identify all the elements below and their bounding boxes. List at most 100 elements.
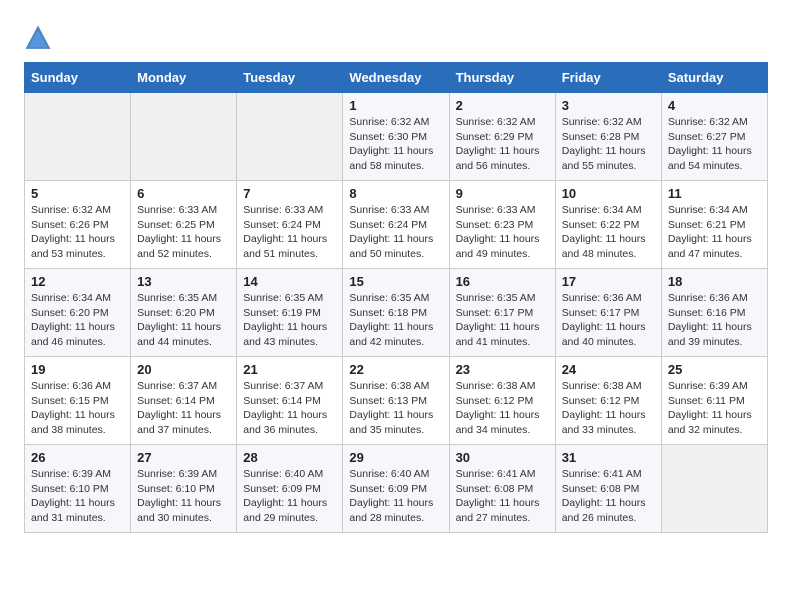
day-info: Sunrise: 6:38 AMSunset: 6:13 PMDaylight:… bbox=[349, 379, 442, 438]
day-info: Sunrise: 6:33 AMSunset: 6:24 PMDaylight:… bbox=[243, 203, 336, 262]
day-number: 4 bbox=[668, 98, 761, 113]
day-number: 10 bbox=[562, 186, 655, 201]
day-number: 13 bbox=[137, 274, 230, 289]
day-number: 15 bbox=[349, 274, 442, 289]
day-cell: 28 Sunrise: 6:40 AMSunset: 6:09 PMDayligh… bbox=[237, 445, 343, 533]
day-cell: 14 Sunrise: 6:35 AMSunset: 6:19 PMDayligh… bbox=[237, 269, 343, 357]
day-number: 22 bbox=[349, 362, 442, 377]
day-info: Sunrise: 6:37 AMSunset: 6:14 PMDaylight:… bbox=[243, 379, 336, 438]
day-number: 11 bbox=[668, 186, 761, 201]
day-cell: 12 Sunrise: 6:34 AMSunset: 6:20 PMDayligh… bbox=[25, 269, 131, 357]
day-number: 21 bbox=[243, 362, 336, 377]
day-number: 27 bbox=[137, 450, 230, 465]
day-info: Sunrise: 6:32 AMSunset: 6:27 PMDaylight:… bbox=[668, 115, 761, 174]
day-cell: 1Sunrise: 6:32 AMSunset: 6:30 PMDaylight… bbox=[343, 93, 449, 181]
week-row-1: 1Sunrise: 6:32 AMSunset: 6:30 PMDaylight… bbox=[25, 93, 768, 181]
day-cell: 13Sunrise: 6:35 AMSunset: 6:20 PMDayligh… bbox=[131, 269, 237, 357]
day-number: 23 bbox=[456, 362, 549, 377]
day-cell: 6 Sunrise: 6:33 AMSunset: 6:25 PMDaylight… bbox=[131, 181, 237, 269]
week-row-2: 5Sunrise: 6:32 AMSunset: 6:26 PMDaylight… bbox=[25, 181, 768, 269]
day-cell: 16Sunrise: 6:35 AMSunset: 6:17 PMDayligh… bbox=[449, 269, 555, 357]
day-cell: 20Sunrise: 6:37 AMSunset: 6:14 PMDayligh… bbox=[131, 357, 237, 445]
day-number: 24 bbox=[562, 362, 655, 377]
day-number: 14 bbox=[243, 274, 336, 289]
day-info: Sunrise: 6:38 AMSunset: 6:12 PMDaylight:… bbox=[456, 379, 549, 438]
day-number: 3 bbox=[562, 98, 655, 113]
day-info: Sunrise: 6:39 AMSunset: 6:10 PMDaylight:… bbox=[137, 467, 230, 526]
day-cell: 30 Sunrise: 6:41 AMSunset: 6:08 PMDayligh… bbox=[449, 445, 555, 533]
day-info: Sunrise: 6:32 AMSunset: 6:29 PMDaylight:… bbox=[456, 115, 549, 174]
day-cell: 23 Sunrise: 6:38 AMSunset: 6:12 PMDayligh… bbox=[449, 357, 555, 445]
day-cell: 15 Sunrise: 6:35 AMSunset: 6:18 PMDayligh… bbox=[343, 269, 449, 357]
day-info: Sunrise: 6:40 AMSunset: 6:09 PMDaylight:… bbox=[349, 467, 442, 526]
day-cell: 9 Sunrise: 6:33 AMSunset: 6:23 PMDaylight… bbox=[449, 181, 555, 269]
logo-icon bbox=[24, 24, 52, 52]
day-number: 28 bbox=[243, 450, 336, 465]
day-info: Sunrise: 6:34 AMSunset: 6:20 PMDaylight:… bbox=[31, 291, 124, 350]
day-cell: 18 Sunrise: 6:36 AMSunset: 6:16 PMDayligh… bbox=[661, 269, 767, 357]
day-number: 30 bbox=[456, 450, 549, 465]
day-info: Sunrise: 6:40 AMSunset: 6:09 PMDaylight:… bbox=[243, 467, 336, 526]
day-cell: 24Sunrise: 6:38 AMSunset: 6:12 PMDayligh… bbox=[555, 357, 661, 445]
day-cell: 31Sunrise: 6:41 AMSunset: 6:08 PMDayligh… bbox=[555, 445, 661, 533]
day-cell: 8 Sunrise: 6:33 AMSunset: 6:24 PMDaylight… bbox=[343, 181, 449, 269]
day-cell: 25Sunrise: 6:39 AMSunset: 6:11 PMDayligh… bbox=[661, 357, 767, 445]
day-info: Sunrise: 6:37 AMSunset: 6:14 PMDaylight:… bbox=[137, 379, 230, 438]
day-cell: 21 Sunrise: 6:37 AMSunset: 6:14 PMDayligh… bbox=[237, 357, 343, 445]
day-info: Sunrise: 6:39 AMSunset: 6:11 PMDaylight:… bbox=[668, 379, 761, 438]
day-number: 5 bbox=[31, 186, 124, 201]
day-cell: 29 Sunrise: 6:40 AMSunset: 6:09 PMDayligh… bbox=[343, 445, 449, 533]
day-info: Sunrise: 6:41 AMSunset: 6:08 PMDaylight:… bbox=[456, 467, 549, 526]
day-cell bbox=[661, 445, 767, 533]
day-number: 17 bbox=[562, 274, 655, 289]
header-day-sunday: Sunday bbox=[25, 63, 131, 93]
day-info: Sunrise: 6:36 AMSunset: 6:17 PMDaylight:… bbox=[562, 291, 655, 350]
day-info: Sunrise: 6:33 AMSunset: 6:23 PMDaylight:… bbox=[456, 203, 549, 262]
day-info: Sunrise: 6:35 AMSunset: 6:18 PMDaylight:… bbox=[349, 291, 442, 350]
page: SundayMondayTuesdayWednesdayThursdayFrid… bbox=[0, 0, 792, 553]
day-number: 8 bbox=[349, 186, 442, 201]
day-number: 9 bbox=[456, 186, 549, 201]
header-day-monday: Monday bbox=[131, 63, 237, 93]
day-cell: 7 Sunrise: 6:33 AMSunset: 6:24 PMDaylight… bbox=[237, 181, 343, 269]
day-cell: 2 Sunrise: 6:32 AMSunset: 6:29 PMDaylight… bbox=[449, 93, 555, 181]
day-info: Sunrise: 6:32 AMSunset: 6:28 PMDaylight:… bbox=[562, 115, 655, 174]
day-number: 31 bbox=[562, 450, 655, 465]
day-info: Sunrise: 6:36 AMSunset: 6:15 PMDaylight:… bbox=[31, 379, 124, 438]
day-info: Sunrise: 6:34 AMSunset: 6:22 PMDaylight:… bbox=[562, 203, 655, 262]
week-row-4: 19 Sunrise: 6:36 AMSunset: 6:15 PMDayligh… bbox=[25, 357, 768, 445]
day-info: Sunrise: 6:39 AMSunset: 6:10 PMDaylight:… bbox=[31, 467, 124, 526]
day-number: 12 bbox=[31, 274, 124, 289]
day-info: Sunrise: 6:32 AMSunset: 6:30 PMDaylight:… bbox=[349, 115, 442, 174]
day-number: 18 bbox=[668, 274, 761, 289]
day-info: Sunrise: 6:33 AMSunset: 6:25 PMDaylight:… bbox=[137, 203, 230, 262]
day-number: 19 bbox=[31, 362, 124, 377]
calendar-table: SundayMondayTuesdayWednesdayThursdayFrid… bbox=[24, 62, 768, 533]
day-cell bbox=[131, 93, 237, 181]
week-row-3: 12 Sunrise: 6:34 AMSunset: 6:20 PMDayligh… bbox=[25, 269, 768, 357]
logo bbox=[24, 24, 56, 52]
day-info: Sunrise: 6:33 AMSunset: 6:24 PMDaylight:… bbox=[349, 203, 442, 262]
day-cell: 17 Sunrise: 6:36 AMSunset: 6:17 PMDayligh… bbox=[555, 269, 661, 357]
day-info: Sunrise: 6:34 AMSunset: 6:21 PMDaylight:… bbox=[668, 203, 761, 262]
day-info: Sunrise: 6:35 AMSunset: 6:19 PMDaylight:… bbox=[243, 291, 336, 350]
day-cell: 19 Sunrise: 6:36 AMSunset: 6:15 PMDayligh… bbox=[25, 357, 131, 445]
week-row-5: 26Sunrise: 6:39 AMSunset: 6:10 PMDayligh… bbox=[25, 445, 768, 533]
day-number: 6 bbox=[137, 186, 230, 201]
day-cell bbox=[237, 93, 343, 181]
header-day-saturday: Saturday bbox=[661, 63, 767, 93]
day-number: 7 bbox=[243, 186, 336, 201]
header-day-tuesday: Tuesday bbox=[237, 63, 343, 93]
day-info: Sunrise: 6:36 AMSunset: 6:16 PMDaylight:… bbox=[668, 291, 761, 350]
header bbox=[24, 20, 768, 52]
header-day-friday: Friday bbox=[555, 63, 661, 93]
day-info: Sunrise: 6:35 AMSunset: 6:17 PMDaylight:… bbox=[456, 291, 549, 350]
day-cell bbox=[25, 93, 131, 181]
day-cell: 22 Sunrise: 6:38 AMSunset: 6:13 PMDayligh… bbox=[343, 357, 449, 445]
header-day-thursday: Thursday bbox=[449, 63, 555, 93]
day-cell: 10 Sunrise: 6:34 AMSunset: 6:22 PMDayligh… bbox=[555, 181, 661, 269]
day-number: 2 bbox=[456, 98, 549, 113]
day-cell: 26Sunrise: 6:39 AMSunset: 6:10 PMDayligh… bbox=[25, 445, 131, 533]
day-number: 29 bbox=[349, 450, 442, 465]
day-cell: 11 Sunrise: 6:34 AMSunset: 6:21 PMDayligh… bbox=[661, 181, 767, 269]
